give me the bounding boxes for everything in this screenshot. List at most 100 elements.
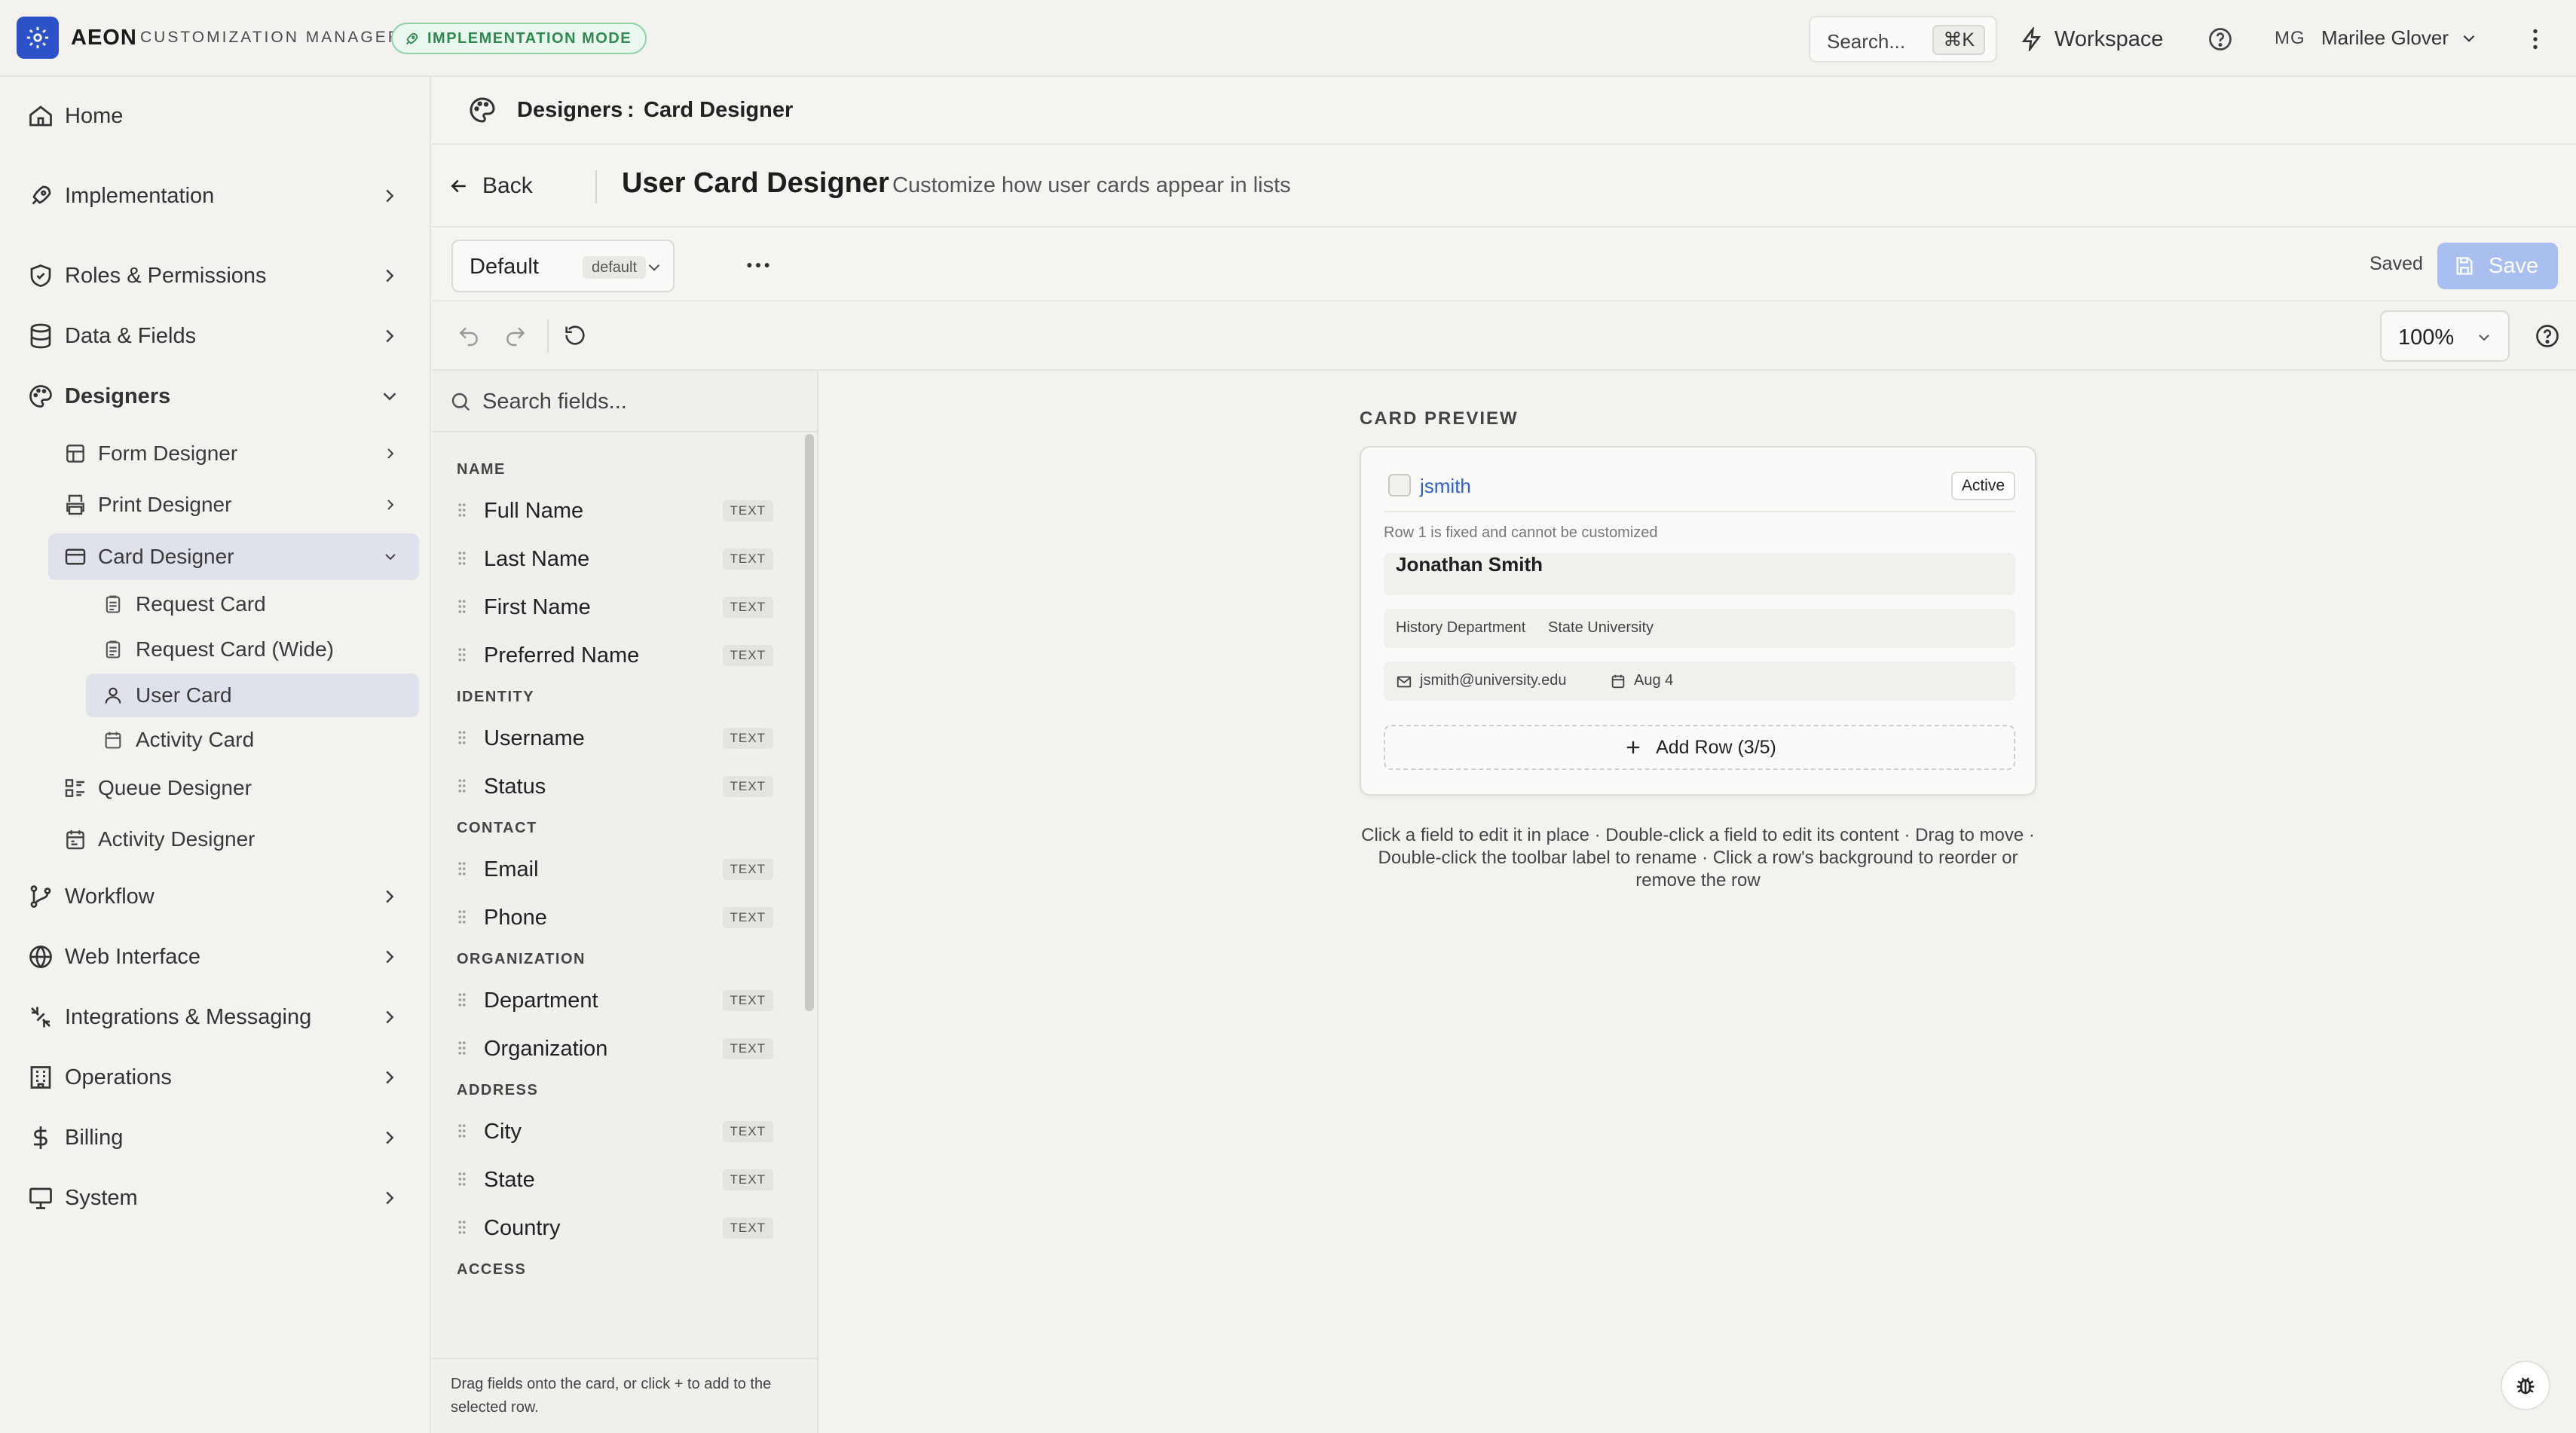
sidebar-item-label: Activity Card xyxy=(136,728,255,751)
sidebar-item-user-card[interactable]: User Card xyxy=(86,674,419,717)
sidebar-item-system[interactable]: System xyxy=(11,1174,418,1222)
field-item[interactable]: City TEXT xyxy=(457,1112,773,1150)
sidebar-item-label: Operations xyxy=(65,1065,172,1089)
field-item[interactable]: Organization TEXT xyxy=(457,1029,773,1067)
sidebar-item-operations[interactable]: Operations xyxy=(11,1053,418,1101)
card-row-4[interactable]: jsmith@university.edu Aug 4 xyxy=(1384,662,2015,701)
sidebar-item-workflow[interactable]: Workflow xyxy=(11,872,418,921)
field-name: Email xyxy=(484,857,539,881)
sidebar-item-form-designer[interactable]: Form Designer xyxy=(48,432,419,475)
global-search-button[interactable]: Search... ⌘K xyxy=(1809,16,1997,63)
card-row-3[interactable]: History Department State University xyxy=(1384,609,2015,648)
field-item[interactable]: Last Name TEXT xyxy=(457,539,773,577)
grip-icon[interactable] xyxy=(457,1123,467,1139)
app-logo-gear-icon[interactable] xyxy=(17,17,59,59)
field-list-scrollbar[interactable] xyxy=(805,434,814,1011)
field-type-badge: TEXT xyxy=(722,728,773,749)
sidebar-item-implementation[interactable]: Implementation xyxy=(11,172,418,220)
field-name: State xyxy=(484,1168,535,1192)
undo-icon[interactable] xyxy=(457,324,481,348)
workspace-button[interactable]: Workspace xyxy=(2020,23,2164,56)
sidebar-item-card-designer[interactable]: Card Designer xyxy=(48,533,419,580)
card-department[interactable]: History Department xyxy=(1396,619,1525,637)
field-item[interactable]: Preferred Name TEXT xyxy=(457,636,773,674)
rocket-icon xyxy=(32,185,51,205)
breadcrumb-parent[interactable]: Designers xyxy=(517,98,623,123)
grip-icon[interactable] xyxy=(457,909,467,925)
field-name: Phone xyxy=(484,906,547,930)
user-card-preview[interactable]: jsmith Active Row 1 is fixed and cannot … xyxy=(1360,446,2036,796)
field-item[interactable]: Department TEXT xyxy=(457,981,773,1019)
card-full-name[interactable]: Jonathan Smith xyxy=(1396,553,1543,576)
add-row-button[interactable]: Add Row (3/5) xyxy=(1384,725,2015,770)
grip-icon[interactable] xyxy=(457,598,467,615)
search-fields-input[interactable] xyxy=(482,383,799,420)
toolbar-divider xyxy=(547,319,549,353)
app-subtitle: CUSTOMIZATION MANAGER xyxy=(140,29,402,46)
chevron-right-icon xyxy=(386,1191,394,1205)
card-row-2[interactable]: Jonathan Smith xyxy=(1384,553,2015,595)
card-email[interactable]: jsmith@university.edu xyxy=(1420,672,1566,689)
bug-icon xyxy=(2516,1377,2535,1395)
grip-icon[interactable] xyxy=(457,729,467,746)
sidebar-item-label: Data & Fields xyxy=(65,323,197,348)
field-type-badge: TEXT xyxy=(722,548,773,570)
field-item[interactable]: First Name TEXT xyxy=(457,588,773,625)
grip-icon[interactable] xyxy=(457,860,467,877)
save-button[interactable]: Save xyxy=(2437,243,2558,289)
card-username[interactable]: jsmith xyxy=(1420,475,1471,498)
field-search xyxy=(433,371,818,432)
sidebar-item-billing[interactable]: Billing xyxy=(11,1114,418,1162)
grip-icon[interactable] xyxy=(457,646,467,663)
sidebar-item-roles[interactable]: Roles & Permissions xyxy=(11,252,418,300)
sidebar-item-integrations[interactable]: Integrations & Messaging xyxy=(11,993,418,1041)
field-item[interactable]: State TEXT xyxy=(457,1160,773,1198)
zoom-select[interactable]: 100% xyxy=(2380,310,2510,362)
redo-icon[interactable] xyxy=(503,324,528,348)
mail-icon xyxy=(1397,676,1412,688)
sidebar-item-data-fields[interactable]: Data & Fields xyxy=(11,312,418,360)
card-organization[interactable]: State University xyxy=(1548,619,1654,637)
grip-icon[interactable] xyxy=(457,550,467,567)
variant-select[interactable]: Default default xyxy=(451,240,675,292)
field-item[interactable]: Full Name TEXT xyxy=(457,491,773,529)
rocket-icon xyxy=(405,32,418,45)
grip-icon[interactable] xyxy=(457,778,467,794)
fixed-row-note: Row 1 is fixed and cannot be customized xyxy=(1384,524,1658,541)
sidebar-item-web-interface[interactable]: Web Interface xyxy=(11,933,418,981)
field-item[interactable]: Email TEXT xyxy=(457,850,773,888)
sidebar-item-request-card-wide[interactable]: Request Card (Wide) xyxy=(86,628,419,671)
user-name[interactable]: Marilee Glover xyxy=(2321,26,2449,50)
grip-icon[interactable] xyxy=(457,1040,467,1056)
debug-button[interactable] xyxy=(2501,1361,2550,1410)
card-preview-label: CARD PREVIEW xyxy=(1360,408,1519,429)
sidebar-item-designers[interactable]: Designers xyxy=(11,372,418,420)
sidebar-item-home[interactable]: Home xyxy=(11,92,418,140)
sidebar-item-queue-designer[interactable]: Queue Designer xyxy=(48,767,419,809)
sidebar-item-activity-card[interactable]: Activity Card xyxy=(86,719,419,761)
sidebar-item-label: Integrations & Messaging xyxy=(65,1004,312,1029)
user-avatar-initials[interactable]: MG xyxy=(2275,28,2305,49)
help-icon[interactable] xyxy=(2207,26,2234,53)
grip-icon[interactable] xyxy=(457,991,467,1008)
card-date[interactable]: Aug 4 xyxy=(1634,672,1673,689)
status-badge[interactable]: Active xyxy=(1950,472,2015,500)
sidebar-item-request-card[interactable]: Request Card xyxy=(86,583,419,625)
kebab-icon[interactable] xyxy=(2522,24,2549,54)
field-item[interactable]: Phone TEXT xyxy=(457,898,773,936)
grip-icon[interactable] xyxy=(457,1171,467,1187)
reset-icon[interactable] xyxy=(562,322,588,348)
calendar-icon xyxy=(105,732,121,749)
sidebar-item-activity-designer[interactable]: Activity Designer xyxy=(48,818,419,860)
field-item[interactable]: Username TEXT xyxy=(457,719,773,756)
chevron-down-icon[interactable] xyxy=(2459,29,2479,48)
more-options-icon[interactable] xyxy=(742,250,775,280)
select-checkbox[interactable] xyxy=(1388,474,1411,497)
sidebar-item-print-designer[interactable]: Print Designer xyxy=(48,484,419,526)
grip-icon[interactable] xyxy=(457,1219,467,1236)
help-icon[interactable] xyxy=(2534,322,2561,350)
field-item[interactable]: Status TEXT xyxy=(457,767,773,805)
back-button[interactable]: Back xyxy=(448,167,533,205)
grip-icon[interactable] xyxy=(457,502,467,518)
field-item[interactable]: Country TEXT xyxy=(457,1208,773,1246)
